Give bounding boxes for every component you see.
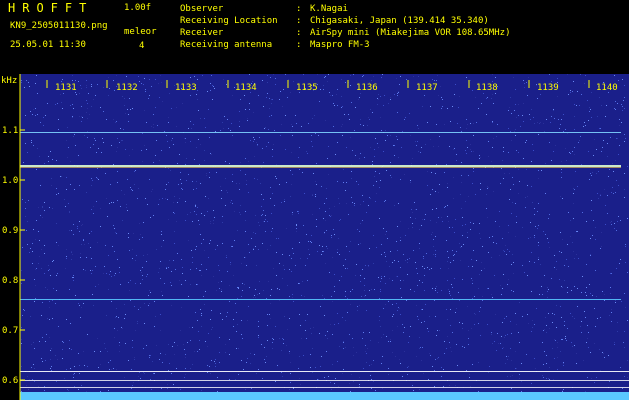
x-tick-label: 1133 xyxy=(175,83,197,93)
info-row-antenna: Receiving antenna: Maspro FM-3 xyxy=(180,39,510,51)
y-tick-label: 0.6 xyxy=(2,376,18,386)
trace-0-76khz xyxy=(20,299,621,300)
version-label: 1.00f xyxy=(124,3,152,13)
x-tick-label: 1134 xyxy=(235,83,257,93)
info-colon: : xyxy=(296,28,302,38)
trace-1-1khz xyxy=(20,132,621,133)
spectrogram-plot: kHz 1.1 1.0 0.9 0.8 0.7 0.6 1131 1132 11… xyxy=(1,74,629,400)
info-colon: : xyxy=(296,4,302,14)
x-tick-label: 1132 xyxy=(116,83,138,93)
x-tick-label: 1136 xyxy=(356,83,378,93)
y-tick-label: 1.1 xyxy=(2,126,18,136)
info-key: Receiving antenna xyxy=(180,40,273,50)
y-tick-label: 0.9 xyxy=(2,226,18,236)
info-row-observer: Observer: K.Nagai xyxy=(180,3,510,15)
info-key: Observer xyxy=(180,4,224,14)
filename-label: KN9_2505011130.png xyxy=(10,21,108,31)
header-panel: HROFFT 1.00f KN9_2505011130.png meleor 2… xyxy=(0,0,629,74)
station-info: Observer: K.Nagai Receiving Location: Chig… xyxy=(180,3,510,51)
bottom-band xyxy=(20,392,629,400)
info-value: AirSpy mini (Miakejima VOR 108.65MHz) xyxy=(310,28,511,38)
x-tick-label: 1135 xyxy=(296,83,318,93)
info-key: Receiving Location xyxy=(180,16,278,26)
info-colon: : xyxy=(296,16,302,26)
datetime-label: 25.05.01 11:30 xyxy=(10,40,86,50)
trace-0-60khz xyxy=(20,380,629,381)
level-label: 4 xyxy=(139,41,145,51)
info-value: Chigasaki, Japan (139.414 35.340) xyxy=(310,16,489,26)
trace-carrier-sideband xyxy=(20,167,621,168)
y-tick-label: 1.0 xyxy=(2,176,18,186)
x-tick-label: 1138 xyxy=(476,83,498,93)
x-tick-label: 1131 xyxy=(55,83,77,93)
y-unit-label: kHz xyxy=(1,76,17,86)
mode-label: meleor xyxy=(124,27,157,37)
x-tick-label: 1140 xyxy=(596,83,618,93)
info-row-location: Receiving Location: Chigasaki, Japan (139… xyxy=(180,15,510,27)
trace-0-58khz xyxy=(20,387,629,388)
x-tick-label: 1137 xyxy=(416,83,438,93)
info-value: K.Nagai xyxy=(310,4,348,14)
trace-0-62khz xyxy=(20,371,629,372)
info-row-receiver: Receiver: AirSpy mini (Miakejima VOR 108.… xyxy=(180,27,510,39)
y-tick-label: 0.8 xyxy=(2,276,18,286)
info-value: Maspro FM-3 xyxy=(310,40,370,50)
app-title: HROFFT xyxy=(8,1,94,15)
y-tick-label: 0.7 xyxy=(2,326,18,336)
trace-carrier xyxy=(20,165,621,167)
info-colon: : xyxy=(296,40,302,50)
info-key: Receiver xyxy=(180,28,224,38)
x-tick-label: 1139 xyxy=(537,83,559,93)
